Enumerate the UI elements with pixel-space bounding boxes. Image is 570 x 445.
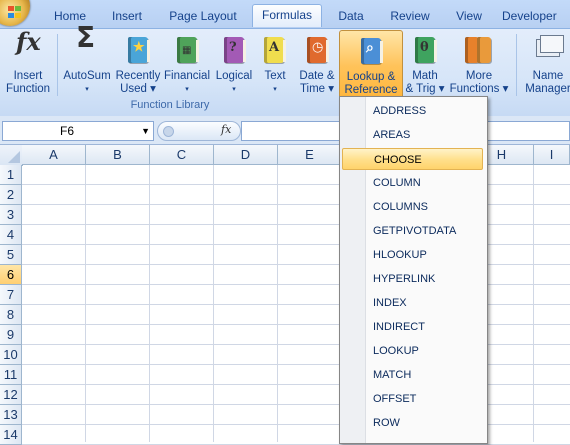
autosum-button[interactable]: Σ AutoSum ▾ [62, 21, 112, 96]
insert-function-fx-icon[interactable]: fx [221, 123, 231, 136]
logical-button[interactable]: ? Logical ▾ [213, 33, 255, 96]
insert-function-button[interactable]: fx Insert Function [2, 27, 54, 96]
name-box[interactable]: F6 ▼ [2, 121, 154, 141]
tab-review[interactable]: Review [384, 6, 436, 28]
tab-formulas[interactable]: Formulas [252, 4, 322, 27]
ribbon-separator [57, 34, 58, 96]
row-header-14[interactable]: 14 [0, 425, 22, 445]
text-book-icon: A [259, 33, 291, 67]
more-books-icon [463, 33, 495, 67]
menu-item-column[interactable]: COLUMN [342, 172, 483, 194]
row-header-7[interactable]: 7 [0, 285, 22, 305]
row-header-3[interactable]: 3 [0, 205, 22, 225]
expand-handle-icon[interactable] [163, 126, 174, 137]
fx-icon: fx [16, 27, 41, 56]
column-header-b[interactable]: B [86, 145, 150, 165]
row-header-11[interactable]: 11 [0, 365, 22, 385]
column-header-e[interactable]: E [278, 145, 342, 165]
menu-item-index[interactable]: INDEX [342, 292, 483, 314]
row-header-10[interactable]: 10 [0, 345, 22, 365]
tab-insert[interactable]: Insert [103, 6, 151, 28]
row-header-2[interactable]: 2 [0, 185, 22, 205]
theta-book-icon: θ [409, 33, 441, 67]
office-logo-icon [8, 6, 22, 18]
row-header-8[interactable]: 8 [0, 305, 22, 325]
more-functions-button[interactable]: More Functions ▾ [448, 33, 510, 96]
menu-item-getpivotdata[interactable]: GETPIVOTDATA [342, 220, 483, 242]
row-header-5[interactable]: 5 [0, 245, 22, 265]
menu-item-areas[interactable]: AREAS [342, 124, 483, 146]
tab-page-layout[interactable]: Page Layout [163, 6, 243, 28]
row-header-6[interactable]: 6 [0, 265, 22, 285]
menu-item-hlookup[interactable]: HLOOKUP [342, 244, 483, 266]
financial-book-icon: ▦ [171, 33, 203, 67]
financial-button[interactable]: ▦ Financial ▾ [163, 33, 211, 96]
ribbon-separator [516, 34, 517, 96]
text-button[interactable]: A Text ▾ [259, 33, 291, 96]
clock-book-icon: ◷ [301, 33, 333, 67]
menu-item-lookup[interactable]: LOOKUP [342, 340, 483, 362]
column-header-i[interactable]: I [534, 145, 570, 165]
chevron-down-icon[interactable]: ▼ [141, 122, 150, 140]
tab-developer[interactable]: Developer [502, 6, 570, 28]
name-manager-icon [532, 33, 564, 67]
row-header-12[interactable]: 12 [0, 385, 22, 405]
function-pill: fx [157, 121, 241, 141]
menu-item-match[interactable]: MATCH [342, 364, 483, 386]
sigma-icon: Σ [76, 21, 96, 54]
column-header-c[interactable]: C [150, 145, 214, 165]
magnifier-book-icon: ⌕ [355, 34, 387, 68]
recently-used-button[interactable]: ★ Recently Used ▾ [114, 33, 162, 96]
menu-item-columns[interactable]: COLUMNS [342, 196, 483, 218]
tab-view[interactable]: View [448, 6, 490, 28]
row-header-1[interactable]: 1 [0, 165, 22, 185]
row-header-4[interactable]: 4 [0, 225, 22, 245]
menu-item-row[interactable]: ROW [342, 412, 483, 434]
menu-item-offset[interactable]: OFFSET [342, 388, 483, 410]
lookup-reference-button[interactable]: ⌕ Lookup &Reference ▾ [339, 30, 403, 109]
menu-item-address[interactable]: ADDRESS [342, 100, 483, 122]
star-book-icon: ★ [122, 33, 154, 67]
column-header-d[interactable]: D [214, 145, 278, 165]
row-header-13[interactable]: 13 [0, 405, 22, 425]
name-manager-button[interactable]: Name Manager [522, 33, 570, 96]
row-header-9[interactable]: 9 [0, 325, 22, 345]
select-all-corner[interactable] [0, 145, 23, 166]
function-library-group-label: Function Library [130, 99, 210, 111]
office-button[interactable] [0, 0, 30, 26]
question-book-icon: ? [218, 33, 250, 67]
menu-item-hyperlink[interactable]: HYPERLINK [342, 268, 483, 290]
lookup-reference-menu: ADDRESS AREAS CHOOSE COLUMN COLUMNS GETPIVOTD… [339, 96, 488, 444]
menu-item-choose[interactable]: CHOOSE [342, 148, 483, 170]
name-box-value: F6 [60, 124, 75, 138]
menu-item-indirect[interactable]: INDIRECT [342, 316, 483, 338]
date-time-button[interactable]: ◷ Date & Time ▾ [296, 33, 338, 96]
math-trig-button[interactable]: θ Math & Trig ▾ [402, 33, 448, 96]
column-header-a[interactable]: A [22, 145, 86, 165]
tab-data[interactable]: Data [330, 6, 372, 28]
